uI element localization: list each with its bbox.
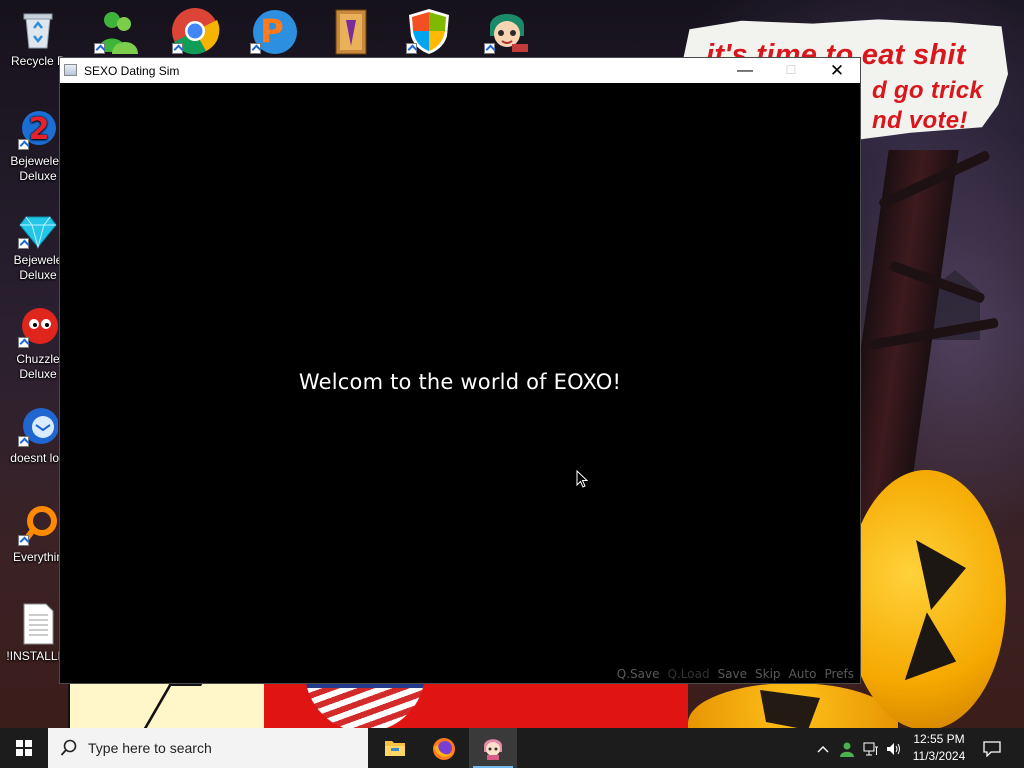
mouse-cursor-icon xyxy=(576,470,588,488)
taskbar-firefox[interactable] xyxy=(420,728,468,768)
prefs-button[interactable]: Prefs xyxy=(824,667,854,681)
clock-time: 12:55 PM xyxy=(913,732,965,746)
file-explorer-icon xyxy=(385,741,405,756)
pumpkin-eye xyxy=(916,540,966,610)
winrar-icon xyxy=(335,9,367,55)
start-button[interactable] xyxy=(0,728,48,768)
volume-icon[interactable] xyxy=(883,728,905,768)
svg-text:P: P xyxy=(260,12,283,50)
shortcut-arrow-icon xyxy=(172,43,183,54)
shortcut-arrow-icon xyxy=(406,43,417,54)
user-status-icon[interactable] xyxy=(836,728,858,768)
desktop-icon-label: Chuzzle Deluxe xyxy=(16,352,60,381)
desktop-icon-peggle[interactable]: P xyxy=(248,6,298,56)
search-placeholder: Type here to search xyxy=(88,740,212,756)
text-file-icon xyxy=(18,603,58,645)
desktop-icon-windows-defender[interactable] xyxy=(404,6,454,56)
desktop-icon-anime-game[interactable] xyxy=(482,6,532,56)
pumpkin-eye xyxy=(892,612,970,698)
maximize-button[interactable]: ☐ xyxy=(768,58,814,83)
desktop-icon-msn-messenger[interactable] xyxy=(92,6,142,56)
auto-button[interactable]: Auto xyxy=(789,667,817,681)
desktop-icon-label: Bejeweled Deluxe xyxy=(10,154,66,183)
window-title: SEXO Dating Sim xyxy=(84,64,180,78)
desktop-icon-label: Everythin xyxy=(12,550,64,564)
window-titlebar[interactable]: SEXO Dating Sim — ☐ ✕ xyxy=(60,58,860,83)
everything-search-icon xyxy=(18,504,58,546)
quick-menu: Q.Save Q.Load Save Skip Auto Prefs xyxy=(609,667,854,681)
quick-save-button[interactable]: Q.Save xyxy=(617,667,660,681)
taskbar-clock[interactable]: 12:55 PM 11/3/2024 xyxy=(906,731,972,765)
shortcut-arrow-icon xyxy=(94,43,105,54)
shortcut-arrow-icon xyxy=(18,238,29,249)
network-icon[interactable] xyxy=(860,728,882,768)
minimize-button[interactable]: — xyxy=(722,58,768,83)
svg-text:2: 2 xyxy=(29,112,50,147)
shortcut-arrow-icon xyxy=(18,139,29,150)
shortcut-arrow-icon xyxy=(250,43,261,54)
dating-sim-window[interactable]: SEXO Dating Sim — ☐ ✕ Welcom to the worl… xyxy=(59,57,861,684)
taskbar-search-box[interactable]: Type here to search xyxy=(48,728,368,768)
show-hidden-icons-chevron-icon[interactable] xyxy=(812,728,834,768)
game-canvas[interactable]: Welcom to the world of EOXO! Q.Save Q.Loa… xyxy=(60,83,860,683)
windows-logo-icon xyxy=(16,740,32,756)
dialogue-text: Welcom to the world of EOXO! xyxy=(298,370,622,394)
thunderbird-icon xyxy=(18,405,59,447)
desktop-icon-label: Bejewele Deluxe xyxy=(13,253,63,282)
firefox-icon xyxy=(433,738,455,760)
bejeweled-2-icon: 2 xyxy=(18,108,58,150)
desktop-icon-label: doesnt loa xyxy=(10,451,66,465)
jack-o-lantern-graphic xyxy=(846,470,1006,730)
app-window-icon xyxy=(64,64,77,76)
desktop-icon-label: Recycle B xyxy=(10,54,66,68)
shortcut-arrow-icon xyxy=(18,337,29,348)
taskbar: Type here to search 12:55 PM 11/3/2024 xyxy=(0,728,1024,768)
recycle-bin-icon xyxy=(18,8,58,50)
close-button[interactable]: ✕ xyxy=(814,58,860,83)
shortcut-arrow-icon xyxy=(18,436,29,447)
chuzzle-icon xyxy=(18,306,58,348)
search-icon xyxy=(60,739,77,756)
shortcut-arrow-icon xyxy=(18,535,29,546)
comic-panel xyxy=(68,683,266,728)
skip-button[interactable]: Skip xyxy=(755,667,781,681)
clock-date: 11/3/2024 xyxy=(912,749,966,763)
save-button[interactable]: Save xyxy=(718,667,747,681)
notifications-icon[interactable] xyxy=(980,728,1004,768)
desktop-icon-chrome[interactable] xyxy=(170,6,220,56)
taskbar-file-explorer[interactable] xyxy=(371,728,419,768)
taskbar-dating-sim[interactable] xyxy=(469,728,517,768)
bejeweled-icon xyxy=(18,207,58,249)
shortcut-arrow-icon xyxy=(484,43,495,54)
desktop-icon-winrar[interactable] xyxy=(326,6,376,56)
quick-load-button[interactable]: Q.Load xyxy=(668,667,710,681)
dating-sim-app-icon xyxy=(484,739,502,760)
